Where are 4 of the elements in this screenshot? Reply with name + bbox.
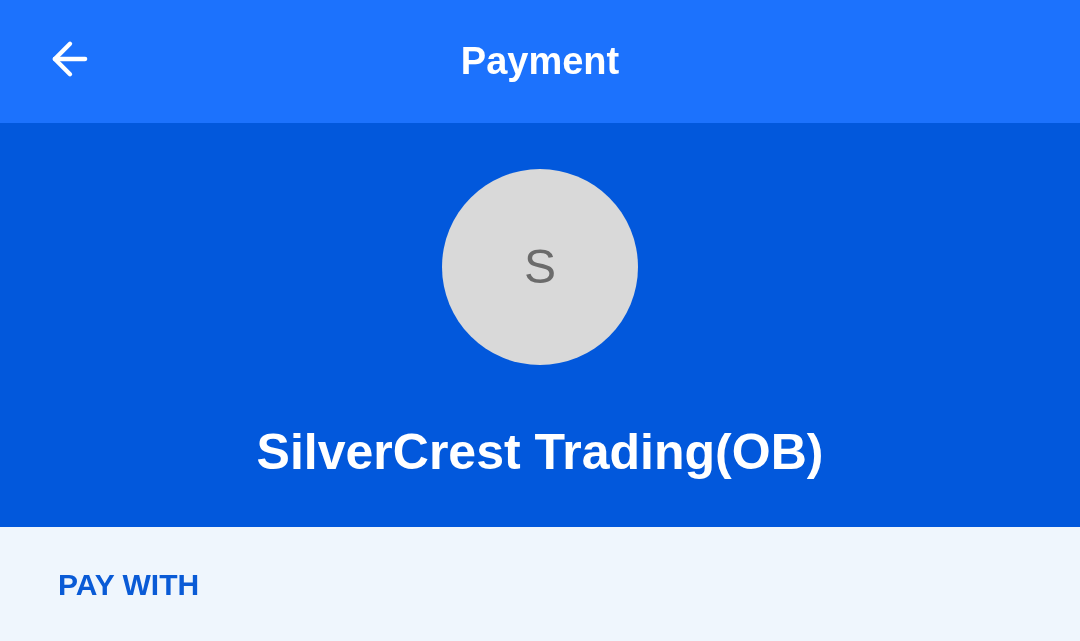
payee-name: SilverCrest Trading(OB) [256, 423, 824, 482]
page-title: Payment [460, 39, 620, 84]
avatar-letter: S [524, 239, 556, 295]
section-heading: PAY WITH [58, 566, 200, 603]
